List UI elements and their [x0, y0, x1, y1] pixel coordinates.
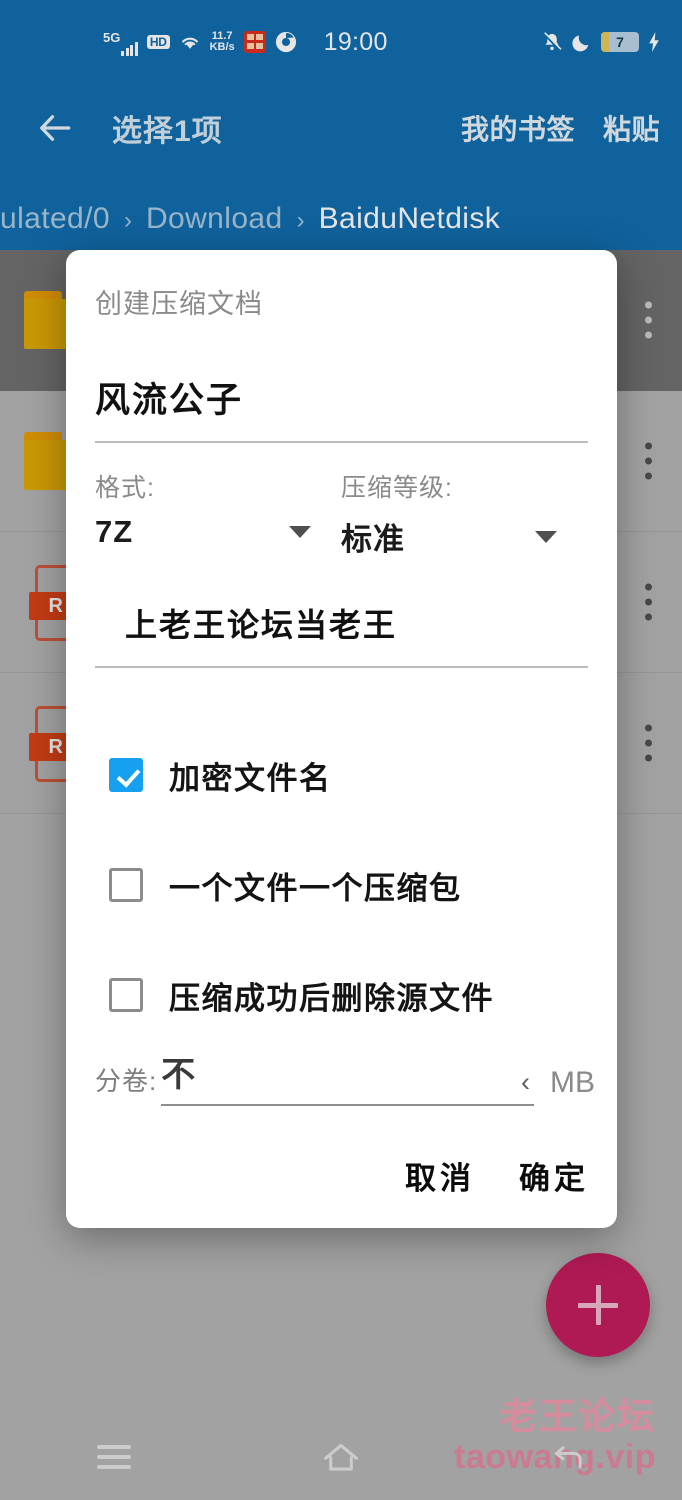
breadcrumb-item-2[interactable]: BaiduNetdisk: [319, 202, 501, 236]
wifi-icon: [179, 33, 201, 51]
battery-level: 7: [616, 34, 624, 50]
breadcrumb-separator-icon: ›: [123, 207, 132, 234]
encrypt-filenames-label: 加密文件名: [169, 760, 332, 796]
cancel-button[interactable]: 取消: [405, 1153, 475, 1198]
format-value: 7Z: [95, 514, 134, 549]
chevron-down-icon: [535, 530, 557, 543]
moon-icon: [572, 31, 592, 53]
confirm-button[interactable]: 确定: [519, 1153, 589, 1198]
back-arrow-icon[interactable]: [523, 1427, 613, 1487]
delete-source-after-checkbox-row[interactable]: 压缩成功后删除源文件: [109, 940, 609, 1050]
hd-icon: HD: [146, 34, 170, 50]
compression-level-select[interactable]: 压缩等级: 标准: [341, 468, 587, 559]
red-app-icon: [243, 31, 266, 53]
one-archive-per-file-label: 一个文件一个压缩包: [169, 870, 462, 906]
battery-icon: 7: [601, 32, 639, 52]
app-bar: 选择1项 我的书签 粘贴 ulated/0 › Download › Baidu…: [0, 84, 682, 250]
format-label: 格式:: [95, 474, 155, 502]
back-arrow-icon[interactable]: [32, 105, 78, 151]
app-bar-top-row: 选择1项 我的书签 粘贴: [0, 84, 682, 172]
status-bar-clock: 19:00: [323, 27, 388, 56]
signal-5g-label: 5G: [103, 30, 121, 45]
more-vertical-icon[interactable]: [642, 724, 654, 762]
paste-button[interactable]: 粘贴: [603, 108, 660, 148]
my-bookmarks-button[interactable]: 我的书签: [461, 108, 575, 148]
breadcrumb: ulated/0 › Download › BaiduNetdisk: [0, 202, 682, 236]
status-bar-right-icons: 7: [541, 30, 660, 54]
dialog-selects: 格式: 7Z 压缩等级: 标准: [95, 468, 588, 559]
split-volume-label: 分卷:: [95, 1066, 158, 1096]
chevron-down-icon: [289, 526, 311, 538]
encrypt-filenames-checkbox-row[interactable]: 加密文件名: [109, 720, 609, 830]
encrypt-filenames-checkbox[interactable]: [109, 758, 143, 792]
dialog-options: 加密文件名 一个文件一个压缩包 压缩成功后删除源文件: [109, 720, 609, 1050]
more-vertical-icon[interactable]: [642, 583, 654, 621]
plus-icon-vertical: [595, 1285, 601, 1325]
split-volume-input[interactable]: 不 ‹: [161, 1047, 534, 1106]
create-archive-dialog: 创建压缩文档 风流公子 格式: 7Z 压缩等级: 标准 上老王论坛当老王 加密文…: [66, 250, 617, 1228]
more-vertical-icon[interactable]: [642, 301, 654, 339]
compression-level-label: 压缩等级:: [341, 474, 453, 502]
battery-fill: [601, 32, 609, 52]
menu-icon[interactable]: [69, 1427, 159, 1487]
delete-source-after-label: 压缩成功后删除源文件: [169, 980, 494, 1016]
split-volume-value: 不: [161, 1056, 196, 1094]
more-vertical-icon[interactable]: [642, 442, 654, 480]
dialog-title: 创建压缩文档: [95, 289, 263, 319]
split-volume-unit: MB: [550, 1066, 595, 1099]
network-speed-unit: KB/s: [209, 41, 235, 53]
breadcrumb-item-1[interactable]: Download: [146, 202, 283, 236]
home-icon[interactable]: [296, 1427, 386, 1487]
network-speed-icon: 11.7 KB/s: [210, 31, 235, 53]
mute-icon: [541, 30, 563, 54]
split-volume-row: 分卷: 不 ‹ MB: [95, 1047, 595, 1106]
delete-source-after-checkbox[interactable]: [109, 978, 143, 1012]
breadcrumb-separator-icon: ›: [296, 207, 305, 234]
signal-5g-icon: 5G: [103, 28, 138, 56]
one-archive-per-file-checkbox-row[interactable]: 一个文件一个压缩包: [109, 830, 609, 940]
password-input[interactable]: 上老王论坛当老王: [95, 600, 588, 668]
status-bar: 5G HD 11.7 KB/s 19:00 7: [0, 0, 682, 84]
app-bar-actions: 我的书签 粘贴: [461, 108, 660, 148]
format-select[interactable]: 格式: 7Z: [95, 468, 341, 559]
breadcrumb-item-0[interactable]: ulated/0: [0, 202, 110, 236]
phone-screen: 5G HD 11.7 KB/s 19:00 7 选择1项 我的书签 粘贴 ula…: [0, 0, 682, 1500]
signal-bars-icon: [121, 42, 138, 56]
archive-name-input[interactable]: 风流公子: [95, 372, 588, 443]
dialog-buttons: 取消 确定: [405, 1153, 589, 1198]
one-archive-per-file-checkbox[interactable]: [109, 868, 143, 902]
navigation-bar: [0, 1414, 682, 1500]
status-bar-left-icons: 5G HD 11.7 KB/s 19:00: [103, 28, 388, 57]
charging-bolt-icon: [648, 32, 660, 52]
browser-icon: [275, 31, 297, 53]
add-button[interactable]: [546, 1253, 650, 1357]
page-title: 选择1项: [112, 115, 223, 148]
compression-level-value: 标准: [341, 522, 405, 557]
chevron-left-icon[interactable]: ‹: [521, 1069, 534, 1096]
